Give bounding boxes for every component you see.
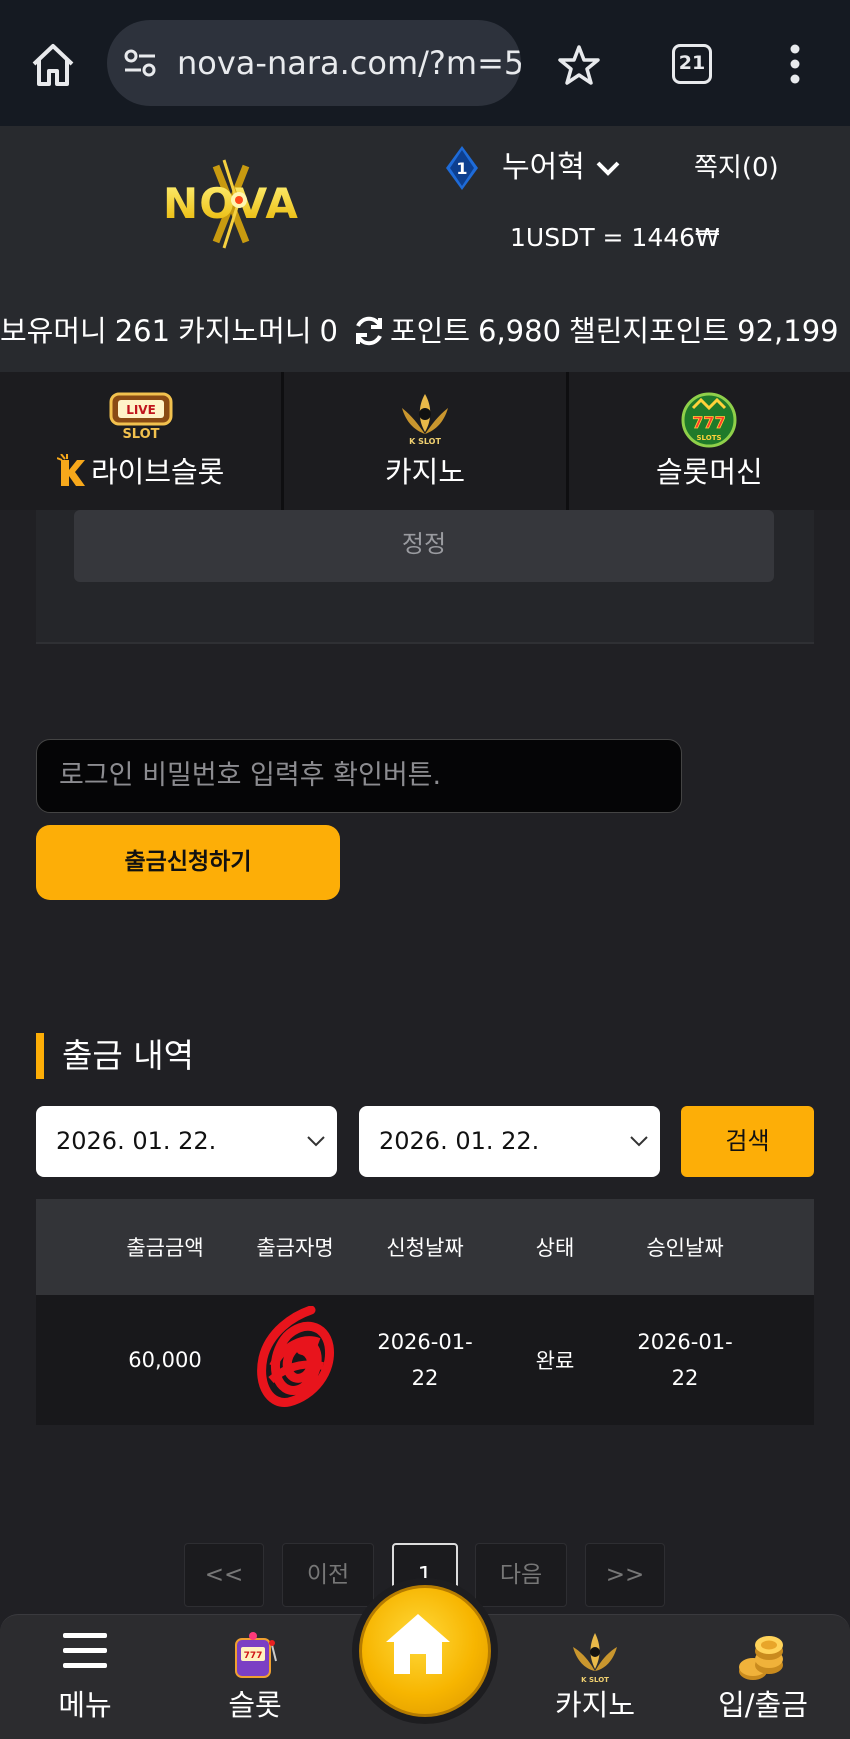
k-brand-icon xyxy=(56,453,85,486)
nav-slot[interactable]: 777 슬롯 xyxy=(180,1615,330,1739)
request-date-line2: 22 xyxy=(411,1366,439,1390)
nav-deposit-label: 입/출금 xyxy=(718,1688,808,1722)
svg-text:K SLOT: K SLOT xyxy=(409,437,441,446)
site-settings-icon[interactable] xyxy=(123,48,157,78)
home-icon xyxy=(386,1614,450,1674)
category-live-slot[interactable]: LIVE SLOT 라이브슬롯 xyxy=(0,372,285,510)
messages-link[interactable]: 쪽지(0) xyxy=(694,146,779,190)
point-label: 포인트 xyxy=(389,314,470,348)
table-header: 출금금액 출금자명 신청날짜 상태 승인날짜 xyxy=(36,1199,814,1295)
redaction-scribble xyxy=(257,1306,334,1407)
withdraw-history-table: 출금금액 출금자명 신청날짜 상태 승인날짜 60,000 2026-01- 2… xyxy=(36,1199,814,1425)
approve-date-line2: 22 xyxy=(671,1366,699,1390)
cell-approve-date: 2026-01- 22 xyxy=(620,1295,750,1425)
svg-text:K SLOT: K SLOT xyxy=(581,1676,609,1684)
category-casino-label: 카지노 xyxy=(384,455,466,489)
page-prev[interactable]: 이전 xyxy=(282,1543,374,1607)
hamburger-menu-icon xyxy=(63,1633,107,1668)
nova-logo[interactable]: NOVA xyxy=(146,156,316,252)
column-header: 상태 xyxy=(535,1236,575,1260)
date-from-select[interactable]: 2026. 01. 22. xyxy=(36,1106,337,1177)
svg-text:SLOTS: SLOTS xyxy=(697,434,722,442)
777-slots-icon: 777 SLOTS xyxy=(681,392,737,448)
money-value: 261 xyxy=(114,314,171,348)
username-dropdown[interactable]: 누어혁 xyxy=(502,146,585,190)
title-accent-bar xyxy=(36,1033,44,1079)
balance-bar: 보유머니 261 카지노머니 0 포인트 6,980 챌린지포인트 92,199 xyxy=(0,302,850,360)
k-slot-icon: K SLOT xyxy=(401,394,448,446)
casino-money-value: 0 xyxy=(319,314,338,348)
svg-text:LIVE: LIVE xyxy=(126,403,156,417)
site-header: NOVA 1 누어혁 쪽지(0) 1USDT = 1446₩ 보유머니 261 … xyxy=(0,126,850,372)
chevron-down-icon[interactable] xyxy=(594,154,622,182)
page-last[interactable]: >> xyxy=(585,1543,665,1607)
refresh-icon[interactable] xyxy=(352,314,386,348)
category-slot-machine-label: 슬롯머신 xyxy=(655,455,763,489)
svg-text:SLOT: SLOT xyxy=(122,427,159,442)
column-header: 출금금액 xyxy=(126,1236,204,1260)
k-slot-icon: K SLOT xyxy=(573,1633,617,1684)
home-button[interactable] xyxy=(352,1578,498,1724)
chevron-down-icon xyxy=(307,1136,325,1147)
cell-amount: 60,000 xyxy=(128,1348,202,1372)
date-from-value: 2026. 01. 22. xyxy=(56,1127,217,1155)
more-options-icon[interactable] xyxy=(788,44,802,84)
date-to-value: 2026. 01. 22. xyxy=(379,1127,540,1155)
nav-menu[interactable]: 메뉴 xyxy=(10,1615,160,1739)
svg-text:NOVA: NOVA xyxy=(163,179,299,228)
category-nav: LIVE SLOT 라이브슬롯 K SLOT 카지노 777 SLOTS 슬롯머… xyxy=(0,372,850,510)
cell-name xyxy=(230,1295,360,1425)
url-text: nova-nara.com/?m=5 xyxy=(177,44,521,82)
cell-status: 완료 xyxy=(535,1349,575,1373)
live-slot-icon: LIVE SLOT xyxy=(109,392,173,442)
slot-machine-icon: 777 xyxy=(235,1632,277,1678)
request-date-line1: 2026-01- xyxy=(377,1330,473,1354)
nav-deposit-withdraw[interactable]: 입/출금 xyxy=(688,1615,838,1739)
browser-toolbar: nova-nara.com/?m=5 21 xyxy=(0,0,850,126)
exchange-rate: 1USDT = 1446₩ xyxy=(510,223,720,252)
search-button[interactable]: 검색 xyxy=(681,1106,814,1177)
coins-icon xyxy=(739,1636,783,1680)
cell-request-date: 2026-01- 22 xyxy=(360,1295,490,1425)
column-header: 출금자명 xyxy=(256,1236,334,1260)
svg-text:777: 777 xyxy=(244,1651,263,1661)
section-title: 출금 내역 xyxy=(36,1033,194,1079)
category-casino[interactable]: K SLOT 카지노 xyxy=(284,372,569,510)
approve-date-line1: 2026-01- xyxy=(637,1330,733,1354)
date-to-select[interactable]: 2026. 01. 22. xyxy=(359,1106,660,1177)
column-header: 신청날짜 xyxy=(386,1236,464,1260)
level-badge-icon: 1 xyxy=(446,146,478,190)
page-first[interactable]: << xyxy=(184,1543,264,1607)
category-slot-machine[interactable]: 777 SLOTS 슬롯머신 xyxy=(569,372,850,510)
page-next[interactable]: 다음 xyxy=(475,1543,567,1607)
nav-slot-label: 슬롯 xyxy=(228,1688,282,1722)
category-label: 라이브슬롯 xyxy=(0,452,281,492)
svg-text:777: 777 xyxy=(693,413,726,432)
challenge-point-value: 92,199 xyxy=(737,314,839,348)
table-row: 60,000 2026-01- 22 완료 2026-01- 22 xyxy=(36,1295,814,1425)
nav-menu-label: 메뉴 xyxy=(58,1688,112,1722)
casino-money-label: 카지노머니 xyxy=(178,314,312,348)
nav-casino-label: 카지노 xyxy=(554,1688,636,1722)
address-bar[interactable]: nova-nara.com/?m=5 xyxy=(107,20,521,106)
bookmark-star-icon[interactable] xyxy=(558,44,600,86)
column-header: 승인날짜 xyxy=(646,1236,724,1260)
money-label: 보유머니 xyxy=(0,314,107,348)
tab-switcher-button[interactable]: 21 xyxy=(672,44,712,84)
nav-casino[interactable]: K SLOT 카지노 xyxy=(520,1615,670,1739)
withdraw-history-title: 출금 내역 xyxy=(62,1036,194,1075)
category-live-slot-label: 라이브슬롯 xyxy=(90,455,225,489)
correct-button[interactable]: 정정 xyxy=(74,510,774,582)
chevron-down-icon xyxy=(630,1136,648,1147)
challenge-point-label: 챌린지포인트 xyxy=(569,314,730,348)
withdraw-request-button[interactable]: 출금신청하기 xyxy=(36,825,340,900)
point-value: 6,980 xyxy=(478,314,562,348)
home-icon[interactable] xyxy=(28,40,78,90)
password-input[interactable]: 로그인 비밀번호 입력후 확인버튼. xyxy=(36,739,682,813)
svg-text:1: 1 xyxy=(456,159,467,178)
